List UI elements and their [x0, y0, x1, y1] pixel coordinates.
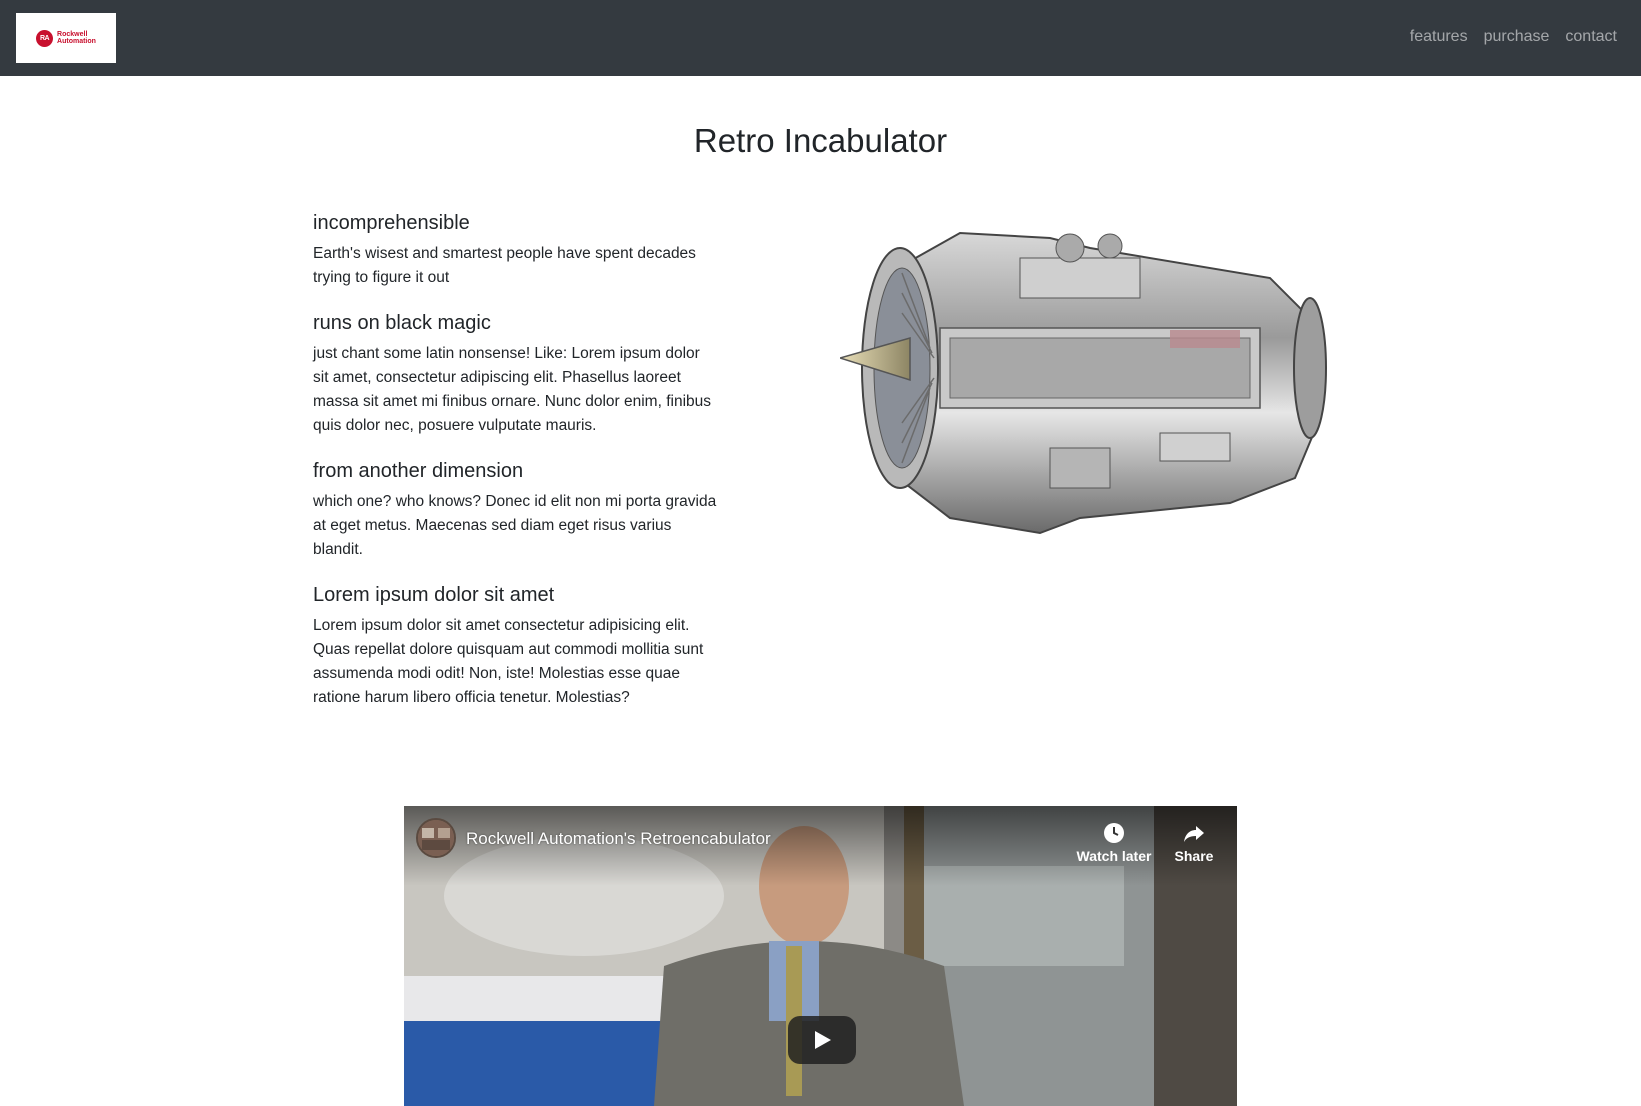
logo-wordmark: Rockwell Automation: [57, 31, 96, 45]
navbar: RA Rockwell Automation features purchase…: [0, 0, 1641, 76]
feature-text: Lorem ipsum dolor sit amet consectetur a…: [313, 617, 704, 706]
channel-avatar[interactable]: [416, 818, 456, 858]
watch-later-button[interactable]: Watch later: [1074, 818, 1154, 864]
share-label: Share: [1174, 848, 1214, 864]
nav-links: features purchase contact: [1410, 28, 1617, 46]
feature-text: just chant some latin nonsense! Like: Lo…: [313, 345, 711, 434]
feature-heading: from another dimension: [313, 460, 524, 482]
feature-item: incomprehensible Earth's wisest and smar…: [313, 212, 718, 290]
nav-link-contact[interactable]: contact: [1565, 28, 1617, 46]
play-icon[interactable]: [788, 1016, 856, 1064]
share-button[interactable]: Share: [1164, 818, 1224, 864]
feature-heading: Lorem ipsum dolor sit amet: [313, 584, 555, 606]
youtube-video-embed[interactable]: Rockwell Automation's Retroencabulator W…: [404, 806, 1237, 1106]
feature-list: incomprehensible Earth's wisest and smar…: [313, 212, 718, 732]
logo-text-line1: Rockwell: [57, 31, 88, 38]
video-title[interactable]: Rockwell Automation's Retroencabulator: [466, 829, 771, 849]
avatar-image-icon: [418, 820, 454, 856]
watch-later-label: Watch later: [1076, 848, 1152, 864]
share-arrow-icon: [1177, 818, 1211, 848]
page-title: Retro Incabulator: [693, 122, 948, 159]
feature-item: Lorem ipsum dolor sit amet Lorem ipsum d…: [313, 584, 718, 710]
brand-logo[interactable]: RA Rockwell Automation: [16, 13, 116, 63]
clock-icon: [1097, 818, 1131, 848]
engine-exhaust: [1293, 297, 1327, 439]
feature-item: from another dimension which one? who kn…: [313, 460, 718, 562]
logo-text-line2: Automation: [57, 38, 96, 45]
feature-text: Earth's wisest and smartest people have …: [313, 245, 696, 286]
feature-item: runs on black magic just chant some lati…: [313, 312, 718, 438]
nav-link-purchase[interactable]: purchase: [1484, 28, 1550, 46]
nav-link-features[interactable]: features: [1410, 28, 1468, 46]
feature-text: which one? who knows? Donec id elit non …: [313, 493, 717, 558]
feature-heading: runs on black magic: [313, 312, 491, 334]
jet-engine-image: [840, 231, 1327, 535]
feature-heading: incomprehensible: [313, 212, 470, 234]
logo-mark-icon: RA: [36, 29, 54, 47]
